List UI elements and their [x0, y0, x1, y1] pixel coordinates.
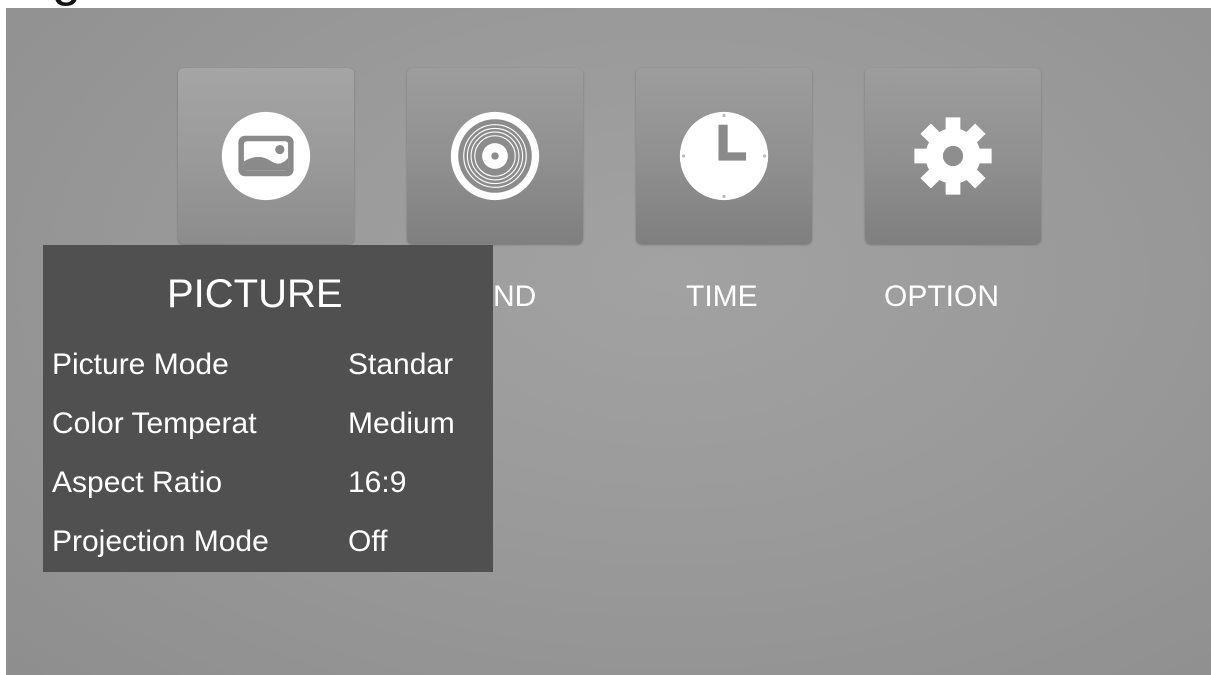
menu-item-aspect-ratio[interactable]: Aspect Ratio 16:9 — [52, 466, 492, 506]
menu-item-value: 16:9 — [348, 466, 407, 499]
tab-option[interactable] — [865, 68, 1041, 244]
menu-item-value: Medium — [348, 407, 455, 440]
clock-icon — [679, 111, 769, 201]
cropped-header-text: g — [52, 0, 81, 8]
tab-label-time[interactable]: TIME — [686, 280, 758, 314]
picture-menu-panel: PICTURE Picture Mode Standar Color Tempe… — [43, 245, 493, 572]
tab-label-option[interactable]: OPTION — [884, 280, 999, 314]
osd-background: SOUND TIME OPTION PICTURE Picture Mode S… — [6, 8, 1211, 675]
picture-menu-title[interactable]: PICTURE — [167, 272, 343, 317]
disc-icon — [450, 111, 540, 201]
menu-item-label: Color Temperat — [52, 407, 257, 440]
menu-item-label: Projection Mode — [52, 525, 269, 558]
osd-screenshot: g — [0, 0, 1211, 675]
menu-item-projection-mode[interactable]: Projection Mode Off — [52, 525, 492, 565]
gear-icon — [914, 117, 992, 195]
menu-item-label: Aspect Ratio — [52, 466, 223, 499]
picture-icon — [221, 111, 311, 201]
menu-item-picture-mode[interactable]: Picture Mode Standar — [52, 348, 492, 388]
tab-sound[interactable] — [407, 68, 583, 244]
menu-item-label: Picture Mode — [52, 348, 229, 381]
menu-item-value: Off — [348, 525, 388, 558]
menu-item-color-temperature[interactable]: Color Temperat Medium — [52, 407, 492, 447]
menu-item-value: Standar — [348, 348, 454, 381]
tab-picture[interactable] — [178, 68, 354, 244]
tab-time[interactable] — [636, 68, 812, 244]
